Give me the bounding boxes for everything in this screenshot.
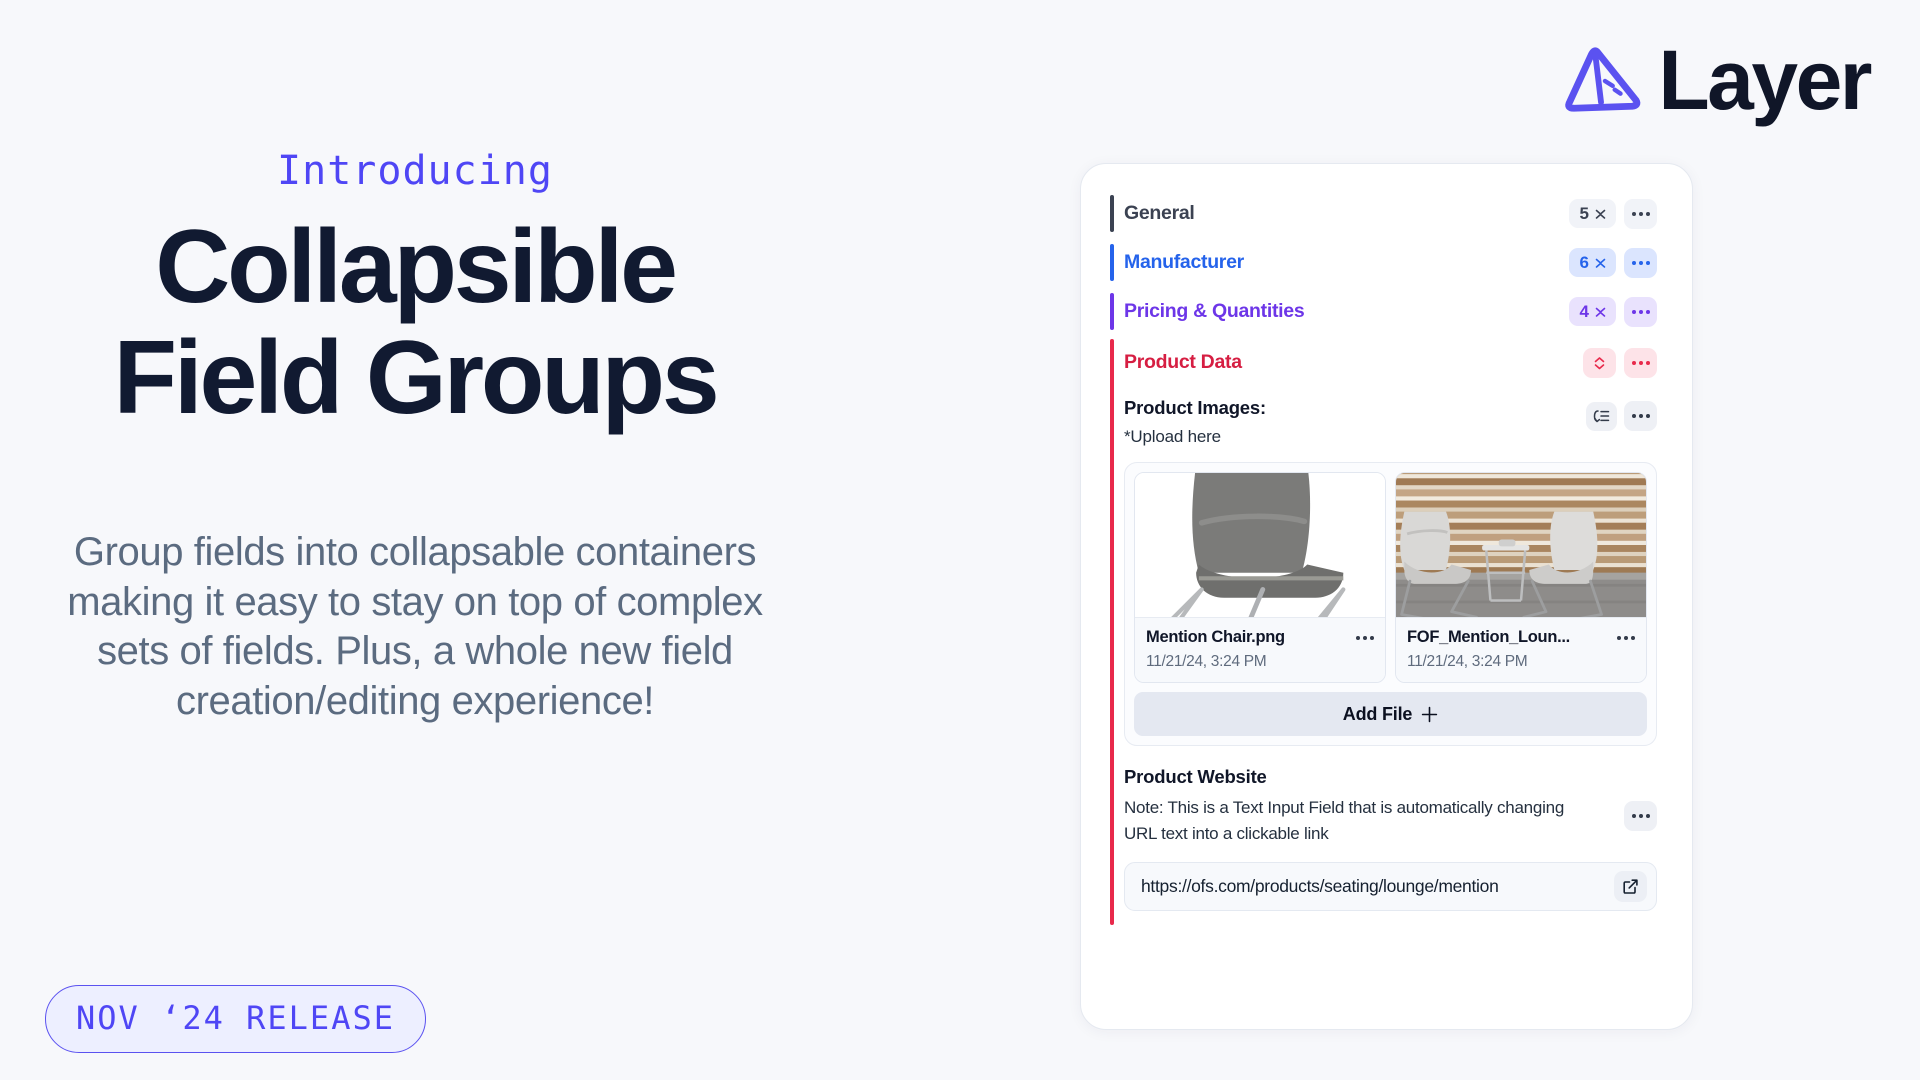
chevron-collapse-icon: [1595, 307, 1606, 317]
hero-eyebrow: Introducing: [277, 148, 553, 194]
more-options-icon: [1631, 260, 1636, 265]
file-thumbnail-row: Mention Chair.png 11/21/24, 3:24 PM FOF_…: [1134, 472, 1647, 683]
headline-line-1: Collapsible: [155, 209, 678, 325]
group-more-options-button[interactable]: [1624, 198, 1657, 229]
file-name: Mention Chair.png: [1146, 628, 1285, 646]
hero-description: Group fields into collapsable containers…: [67, 530, 763, 723]
field-groups-panel-inner: General 5 Manufacturer 6 Pricing & Quant…: [1090, 173, 1683, 1020]
group-actions: [1583, 347, 1657, 378]
url-value: https://ofs.com/products/seating/lounge/…: [1141, 875, 1499, 896]
product-data-body: Product Images: *Upload here Mention Cha…: [1110, 339, 1657, 925]
more-options-icon: [1617, 635, 1621, 640]
brand-logo: Layer: [1562, 33, 1872, 127]
file-more-options-button[interactable]: [1617, 635, 1635, 640]
product-images-field: Product Images: *Upload here: [1124, 389, 1657, 447]
group-field-count: 4: [1579, 302, 1589, 321]
file-name: FOF_Mention_Loun...: [1407, 628, 1570, 646]
group-collapse-toggle[interactable]: 4: [1568, 297, 1616, 326]
field-group-row[interactable]: General 5: [1110, 189, 1657, 238]
more-options-icon: [1631, 414, 1636, 418]
field-more-options-button[interactable]: [1624, 401, 1657, 431]
field-group-row-expanded[interactable]: Product Data: [1110, 338, 1657, 387]
group-color-bar: [1110, 244, 1114, 281]
group-expand-toggle[interactable]: [1583, 347, 1616, 378]
add-file-button[interactable]: Add File: [1134, 692, 1647, 736]
group-color-bar: [1110, 339, 1114, 925]
field-actions: [1586, 397, 1657, 431]
group-collapse-toggle[interactable]: 5: [1568, 199, 1616, 228]
group-collapse-toggle[interactable]: 6: [1568, 248, 1616, 277]
external-link-icon: [1623, 879, 1638, 894]
group-color-bar: [1110, 293, 1114, 330]
field-helper-text: Note: This is a Text Input Field that is…: [1124, 798, 1565, 844]
indent-list-icon: [1593, 409, 1610, 422]
product-website-field: Product Website Note: This is a Text Inp…: [1124, 766, 1657, 911]
layer-triangle-logo-icon: [1565, 47, 1641, 112]
chevron-collapse-icon: [1595, 209, 1606, 219]
add-file-label: Add File: [1342, 703, 1413, 724]
grey-lounge-chair-image: [1135, 473, 1385, 617]
group-name: Pricing & Quantities: [1124, 300, 1305, 322]
group-field-count: 5: [1579, 204, 1589, 223]
field-helper-text: *Upload here: [1124, 427, 1221, 446]
release-badge: NOV ‘24 RELEASE: [45, 985, 426, 1053]
file-card[interactable]: Mention Chair.png 11/21/24, 3:24 PM: [1134, 472, 1386, 683]
group-name: Product Data: [1124, 351, 1242, 373]
group-actions: 5: [1568, 198, 1657, 229]
file-meta: FOF_Mention_Loun... 11/21/24, 3:24 PM: [1396, 617, 1646, 682]
field-group-row[interactable]: Manufacturer 6: [1110, 238, 1657, 287]
product-images-labels: Product Images: *Upload here: [1124, 397, 1266, 447]
file-meta: Mention Chair.png 11/21/24, 3:24 PM: [1135, 617, 1385, 682]
group-more-options-button[interactable]: [1624, 296, 1657, 327]
file-gallery: Mention Chair.png 11/21/24, 3:24 PM FOF_…: [1124, 462, 1657, 746]
more-options-icon: [1631, 814, 1636, 818]
brand-name: Layer: [1658, 33, 1872, 127]
page-title: Collapsible Field Groups: [0, 209, 830, 437]
open-link-button[interactable]: [1614, 870, 1647, 902]
group-more-options-button[interactable]: [1624, 247, 1657, 278]
more-options-icon: [1631, 360, 1636, 365]
more-options-icon: [1356, 635, 1360, 640]
group-color-bar: [1110, 195, 1114, 232]
field-more-options-button[interactable]: [1624, 801, 1657, 831]
field-label: Product Images:: [1124, 397, 1266, 418]
group-field-count: 6: [1579, 253, 1589, 272]
more-options-icon: [1631, 309, 1636, 314]
file-date: 11/21/24, 3:24 PM: [1146, 653, 1267, 670]
field-label: Product Website: [1124, 766, 1267, 787]
plus-icon: [1422, 706, 1438, 722]
file-date: 11/21/24, 3:24 PM: [1407, 653, 1528, 670]
field-group-row[interactable]: Pricing & Quantities 4: [1110, 287, 1657, 336]
lounge-room-scene-image: [1396, 473, 1646, 617]
indent-list-button[interactable]: [1586, 401, 1617, 431]
more-options-icon: [1631, 211, 1636, 216]
group-name: General: [1124, 202, 1195, 224]
chevron-collapse-icon: [1595, 258, 1606, 268]
group-actions: 4: [1568, 296, 1657, 327]
group-name: Manufacturer: [1124, 251, 1244, 273]
file-more-options-button[interactable]: [1356, 635, 1374, 640]
file-card[interactable]: FOF_Mention_Loun... 11/21/24, 3:24 PM: [1395, 472, 1647, 683]
hero-section: Introducing Collapsible Field Groups Gro…: [0, 0, 900, 1080]
group-actions: 6: [1568, 247, 1657, 278]
product-website-input[interactable]: https://ofs.com/products/seating/lounge/…: [1124, 861, 1657, 911]
field-groups-panel: General 5 Manufacturer 6 Pricing & Quant…: [1080, 163, 1693, 1030]
headline-line-2: Field Groups: [113, 320, 720, 437]
chevron-expand-icon: [1594, 356, 1605, 369]
group-more-options-button[interactable]: [1624, 347, 1657, 378]
